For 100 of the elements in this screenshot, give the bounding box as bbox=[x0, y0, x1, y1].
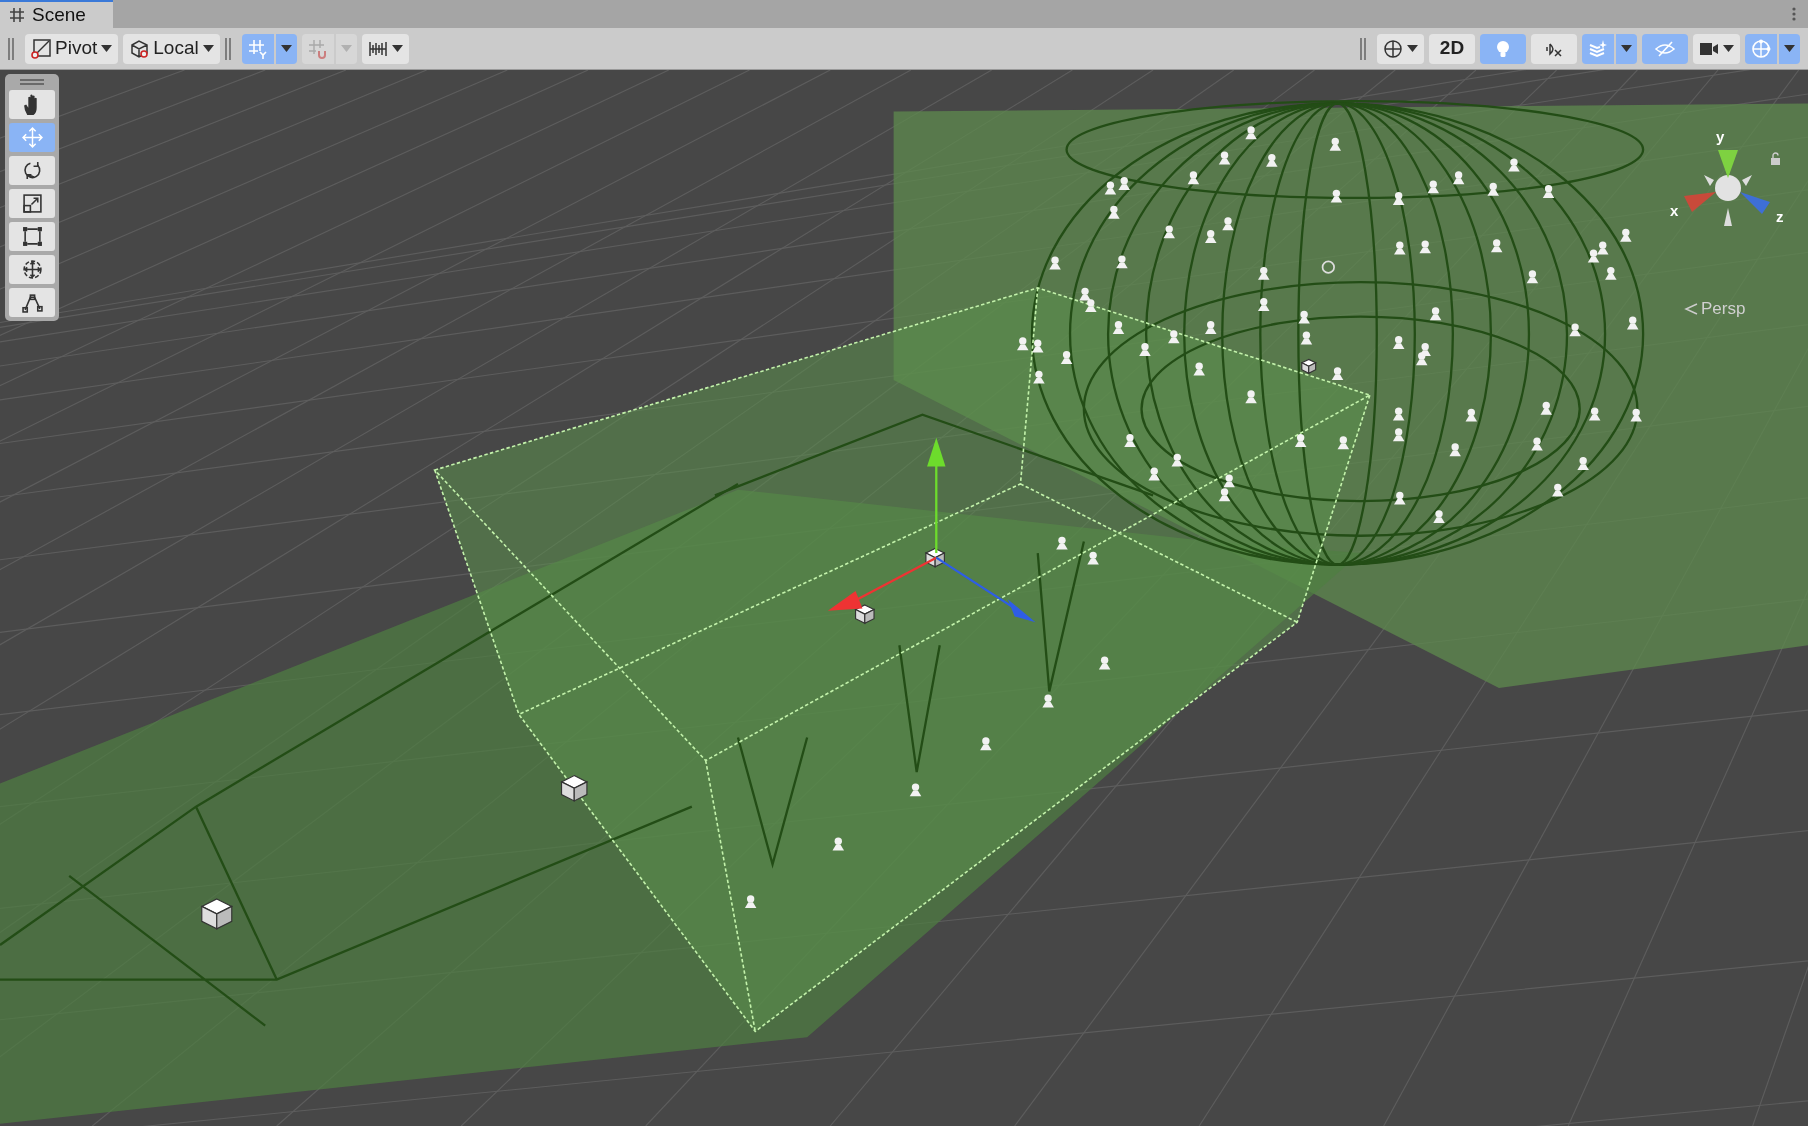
person-icon[interactable] bbox=[1569, 323, 1581, 337]
person-icon[interactable] bbox=[1139, 343, 1151, 356]
pivot-dropdown[interactable]: Pivot bbox=[25, 33, 119, 64]
person-icon[interactable] bbox=[1487, 182, 1499, 196]
person-icon[interactable] bbox=[1597, 241, 1609, 255]
light-icon[interactable] bbox=[1321, 260, 1335, 274]
person-icon[interactable] bbox=[1056, 536, 1068, 550]
person-icon[interactable] bbox=[1587, 249, 1600, 263]
person-icon[interactable] bbox=[1042, 694, 1054, 708]
person-icon[interactable] bbox=[1298, 310, 1310, 324]
person-icon[interactable] bbox=[1118, 177, 1130, 190]
person-icon[interactable] bbox=[1452, 171, 1465, 185]
person-icon[interactable] bbox=[1415, 352, 1428, 366]
person-icon[interactable] bbox=[1394, 491, 1406, 505]
person-icon[interactable] bbox=[1577, 457, 1589, 471]
person-icon[interactable] bbox=[1168, 330, 1180, 344]
person-icon[interactable] bbox=[1245, 390, 1257, 404]
person-icon[interactable] bbox=[1218, 151, 1231, 165]
person-icon[interactable] bbox=[1626, 316, 1639, 330]
transform-tool[interactable] bbox=[9, 255, 55, 284]
person-icon[interactable] bbox=[1266, 153, 1278, 167]
person-icon[interactable] bbox=[1112, 321, 1125, 334]
more-options-icon[interactable] bbox=[1792, 7, 1796, 21]
scene-tab[interactable]: Scene bbox=[0, 0, 113, 28]
hand-tool[interactable] bbox=[9, 90, 55, 119]
rect-tool[interactable] bbox=[9, 222, 55, 251]
person-icon[interactable] bbox=[1429, 307, 1442, 321]
person-icon[interactable] bbox=[1017, 337, 1029, 351]
scale-tool[interactable] bbox=[9, 189, 55, 218]
person-icon[interactable] bbox=[1526, 270, 1539, 284]
person-icon[interactable] bbox=[1049, 256, 1061, 270]
person-icon[interactable] bbox=[1392, 407, 1405, 421]
person-icon[interactable] bbox=[1419, 240, 1431, 254]
person-icon[interactable] bbox=[1204, 230, 1217, 243]
person-icon[interactable] bbox=[1427, 180, 1439, 194]
person-icon[interactable] bbox=[1508, 158, 1520, 172]
local-dropdown[interactable]: Local bbox=[123, 33, 220, 64]
person-icon[interactable] bbox=[1531, 437, 1543, 451]
person-icon[interactable] bbox=[1163, 225, 1175, 239]
person-icon[interactable] bbox=[1193, 362, 1205, 376]
dropdown-button[interactable] bbox=[1779, 33, 1800, 64]
person-icon[interactable] bbox=[1300, 331, 1313, 345]
person-icon[interactable] bbox=[1465, 408, 1478, 422]
camera-dropdown[interactable] bbox=[1693, 33, 1740, 64]
person-icon[interactable] bbox=[1187, 171, 1200, 185]
person-icon[interactable] bbox=[1223, 474, 1235, 488]
person-icon[interactable] bbox=[1148, 467, 1160, 481]
person-icon[interactable] bbox=[1605, 266, 1617, 280]
person-icon[interactable] bbox=[1085, 299, 1097, 313]
audio-button[interactable] bbox=[1531, 33, 1577, 64]
person-icon[interactable] bbox=[1033, 370, 1045, 384]
person-icon[interactable] bbox=[1116, 255, 1128, 269]
person-icon[interactable] bbox=[1540, 401, 1552, 415]
person-icon[interactable] bbox=[909, 783, 922, 797]
globe-dropdown[interactable] bbox=[1377, 33, 1424, 64]
person-icon[interactable] bbox=[1331, 367, 1344, 381]
person-icon[interactable] bbox=[1392, 428, 1405, 442]
person-icon[interactable] bbox=[1294, 434, 1307, 447]
person-icon[interactable] bbox=[1087, 551, 1099, 565]
person-icon[interactable] bbox=[1394, 241, 1406, 255]
person-icon[interactable] bbox=[1245, 126, 1257, 140]
cube-icon[interactable] bbox=[924, 547, 946, 568]
person-icon[interactable] bbox=[980, 737, 992, 751]
drag-handle-icon[interactable] bbox=[19, 78, 45, 86]
person-icon[interactable] bbox=[1124, 434, 1136, 447]
cube-icon[interactable] bbox=[1300, 358, 1317, 375]
person-icon[interactable] bbox=[1258, 266, 1270, 280]
person-icon[interactable] bbox=[744, 895, 757, 909]
person-icon[interactable] bbox=[1392, 336, 1405, 349]
person-icon[interactable] bbox=[1032, 339, 1044, 353]
person-icon[interactable] bbox=[1542, 185, 1555, 198]
person-icon[interactable] bbox=[1490, 239, 1503, 253]
person-icon[interactable] bbox=[832, 837, 845, 851]
person-icon[interactable] bbox=[1620, 228, 1632, 242]
person-icon[interactable] bbox=[1204, 321, 1217, 334]
2d-button[interactable]: 2D bbox=[1429, 33, 1475, 64]
person-icon[interactable] bbox=[1258, 298, 1270, 311]
person-icon[interactable] bbox=[1104, 181, 1117, 195]
person-icon[interactable] bbox=[1433, 510, 1445, 524]
rotate-tool[interactable] bbox=[9, 156, 55, 185]
dropdown-button[interactable] bbox=[1616, 33, 1637, 64]
person-icon[interactable] bbox=[1218, 488, 1231, 502]
person-icon[interactable] bbox=[1329, 137, 1341, 151]
person-icon[interactable] bbox=[1392, 191, 1405, 205]
person-icon[interactable] bbox=[1337, 436, 1350, 450]
lock-icon[interactable] bbox=[1770, 152, 1781, 165]
custom-tool[interactable] bbox=[9, 288, 55, 317]
person-icon[interactable] bbox=[1079, 287, 1091, 301]
person-icon[interactable] bbox=[1108, 205, 1120, 219]
person-icon[interactable] bbox=[1098, 656, 1111, 670]
person-icon[interactable] bbox=[1171, 453, 1184, 467]
person-icon[interactable] bbox=[1449, 443, 1461, 457]
person-icon[interactable] bbox=[1060, 351, 1073, 364]
person-icon[interactable] bbox=[1552, 483, 1564, 497]
person-icon[interactable] bbox=[1222, 217, 1234, 231]
cube-icon[interactable] bbox=[200, 898, 234, 930]
cube-icon[interactable] bbox=[560, 774, 589, 802]
person-icon[interactable] bbox=[1330, 189, 1343, 203]
person-icon[interactable] bbox=[1630, 408, 1642, 422]
grid-ruler-dropdown[interactable] bbox=[361, 33, 409, 64]
